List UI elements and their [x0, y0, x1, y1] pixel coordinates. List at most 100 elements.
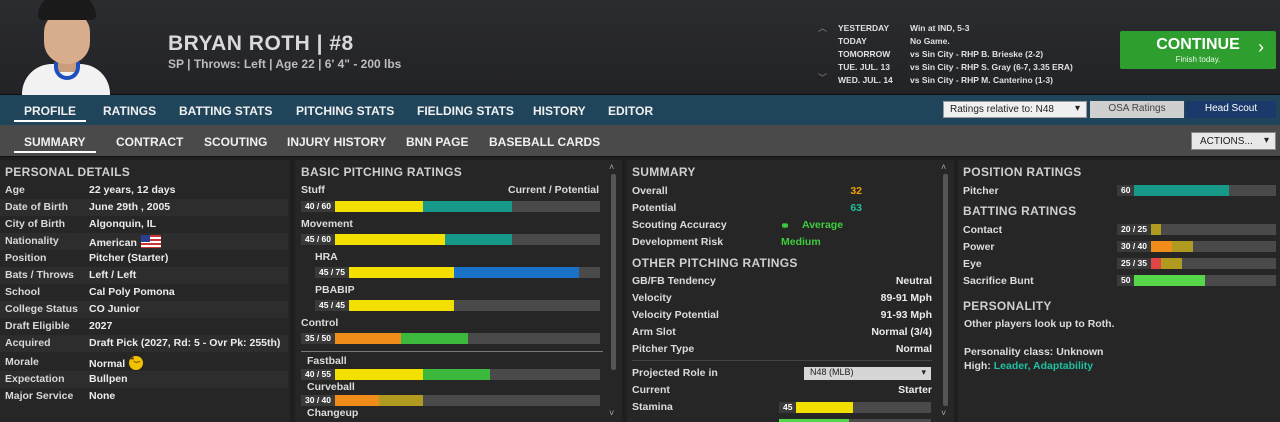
tab-batting-stats[interactable]: BATTING STATS	[179, 104, 272, 118]
osa-ratings-button[interactable]: OSA Ratings	[1090, 101, 1184, 118]
personality-high: High: Leader, Adaptability	[964, 360, 1094, 372]
tab-contract[interactable]: CONTRACT	[116, 135, 183, 149]
panel-title: PERSONAL DETAILS	[5, 165, 131, 179]
profile-nav: PROFILE RATINGS BATTING STATS PITCHING S…	[0, 95, 1280, 125]
tab-editor[interactable]: EDITOR	[608, 104, 653, 118]
other-pitching-title: OTHER PITCHING RATINGS	[632, 256, 798, 270]
pitch-label: Fastball	[307, 355, 347, 367]
player-portrait	[20, 0, 112, 95]
batting-label: Eye	[963, 258, 982, 270]
pitch-label: Changeup	[307, 407, 359, 419]
us-flag-icon	[140, 235, 161, 248]
schedule-row: YESTERDAY Win at IND, 5-3	[838, 23, 970, 33]
detail-row: School Cal Poly Pomona	[5, 286, 175, 298]
tab-scouting[interactable]: SCOUTING	[204, 135, 267, 149]
ratings-relative-select[interactable]: Ratings relative to: N48 ▾	[943, 101, 1087, 118]
power-bar: 30 / 40	[1117, 241, 1276, 252]
position-label: Pitcher	[963, 185, 999, 197]
chevron-down-icon: ▾	[921, 367, 926, 377]
tab-injury-history[interactable]: INJURY HISTORY	[287, 135, 386, 149]
detail-row: Bats / Throws Left / Left	[0, 267, 288, 284]
detail-row: Position Pitcher (Starter)	[5, 252, 169, 264]
schedule-row: TODAY No Game.	[838, 36, 950, 46]
pitch-label: Curveball	[307, 381, 355, 393]
chevron-down-icon: ▾	[1074, 103, 1080, 114]
tab-profile[interactable]: PROFILE	[14, 104, 87, 122]
schedule-row: WED. JUL. 14 vs Sin City - RHP M. Canteri…	[838, 75, 1053, 85]
eye-bar: 25 / 35	[1117, 258, 1276, 269]
control-bar: 35 / 50	[301, 333, 600, 344]
personal-details-panel: PERSONAL DETAILS Age 22 years, 12 days Da…	[0, 160, 290, 422]
panel-title: SUMMARY	[632, 165, 696, 179]
player-info: SP | Throws: Left | Age 22 | 6' 4" - 200…	[168, 57, 402, 71]
player-header: BRYAN ROTH | #8 SP | Throws: Left | Age …	[0, 0, 1280, 95]
detail-row: City of Birth Algonquin, IL	[5, 218, 157, 230]
personality-class: Personality class: Unknown	[964, 346, 1104, 358]
pbabip-bar: 45 / 45	[315, 300, 600, 311]
batting-label: Contact	[963, 224, 1003, 236]
smiley-morale-icon	[129, 355, 144, 370]
detail-row: Draft Eligible 2027	[5, 320, 113, 332]
head-scout-button[interactable]: Head Scout	[1186, 101, 1276, 118]
rating-label: Control	[301, 317, 339, 329]
basic-pitching-panel: BASIC PITCHING RATINGS Stuff Current / P…	[295, 160, 622, 422]
scrollbar[interactable]	[943, 174, 948, 406]
scroll-up-icon[interactable]: ˄	[609, 162, 614, 172]
scroll-down-icon[interactable]: ˅	[941, 408, 946, 418]
chevron-right-icon: ›	[1258, 37, 1264, 57]
hra-bar: 45 / 75	[315, 267, 600, 278]
scroll-down-icon[interactable]: ˅	[609, 408, 614, 418]
divider	[632, 360, 932, 361]
contact-bar: 20 / 25	[1117, 224, 1276, 235]
tab-pitching-stats[interactable]: PITCHING STATS	[296, 104, 394, 118]
potential-value: 63	[850, 202, 862, 214]
tab-bnn-page[interactable]: BNN PAGE	[406, 135, 468, 149]
continue-button[interactable]: CONTINUE Finish today. ›	[1120, 31, 1276, 69]
scroll-up-icon[interactable]: ˄	[941, 162, 946, 172]
detail-row: Morale Normal	[0, 354, 288, 371]
rating-label: Stuff	[301, 184, 325, 196]
divider	[301, 351, 603, 352]
tab-baseball-cards[interactable]: BASEBALL CARDS	[489, 135, 600, 149]
sacrifice-bunt-bar: 50	[1117, 275, 1276, 286]
fastball-bar: 40 / 55	[301, 369, 600, 380]
summary-nav: SUMMARY CONTRACT SCOUTING INJURY HISTORY…	[0, 125, 1280, 157]
tab-summary[interactable]: SUMMARY	[14, 135, 96, 153]
current-potential-header: Current / Potential	[507, 184, 599, 196]
binoculars-icon: ⚭	[780, 219, 791, 233]
rating-label: PBABIP	[315, 284, 355, 296]
actions-dropdown[interactable]: ACTIONS... ▾	[1191, 132, 1276, 150]
curveball-bar: 30 / 40	[301, 395, 600, 406]
tab-ratings[interactable]: RATINGS	[103, 104, 156, 118]
chevron-down-icon: ▾	[1263, 135, 1269, 146]
summary-panel: SUMMARY ˄ ˅	[627, 160, 954, 422]
detail-row: Age 22 years, 12 days	[5, 184, 176, 196]
movement-bar: 45 / 60	[301, 234, 600, 245]
stuff-bar: 40 / 60	[301, 201, 600, 212]
chevron-down-icon[interactable]: ﹀	[818, 71, 827, 84]
overall-value: 32	[850, 185, 862, 197]
scrollbar[interactable]	[611, 174, 616, 370]
rating-label: HRA	[315, 251, 338, 263]
detail-row: Expectation Bullpen	[0, 371, 288, 388]
detail-row: Nationality American	[0, 233, 288, 250]
projected-role-select[interactable]: N48 (MLB) ▾	[804, 367, 931, 380]
tab-fielding-stats[interactable]: FIELDING STATS	[417, 104, 514, 118]
tab-history[interactable]: HISTORY	[533, 104, 586, 118]
batting-ratings-title: BATTING RATINGS	[963, 204, 1077, 218]
detail-row: Date of Birth June 29th , 2005	[0, 199, 288, 216]
detail-row: Acquired Draft Pick (2027, Rd: 5 - Ovr Pk…	[0, 335, 288, 352]
chevron-up-icon[interactable]: ︿	[818, 21, 827, 34]
schedule-row: TOMORROW vs Sin City - RHP B. Brieske (2-…	[838, 49, 1044, 59]
detail-row: Major Service None	[5, 390, 116, 402]
personality-title: PERSONALITY	[963, 299, 1052, 313]
rating-label: Movement	[301, 218, 353, 230]
schedule-row: TUE. JUL. 13 vs Sin City - RHP S. Gray (6…	[838, 62, 1073, 72]
pitcher-position-bar: 60	[1117, 185, 1276, 196]
stamina-bar: 45	[779, 402, 931, 413]
personality-text: Other players look up to Roth.	[964, 318, 1115, 330]
batting-label: Power	[963, 241, 995, 253]
position-ratings-panel: POSITION RATINGS	[958, 160, 1280, 422]
player-name: BRYAN ROTH | #8	[168, 32, 354, 55]
detail-row: College Status CO Junior	[0, 301, 288, 318]
